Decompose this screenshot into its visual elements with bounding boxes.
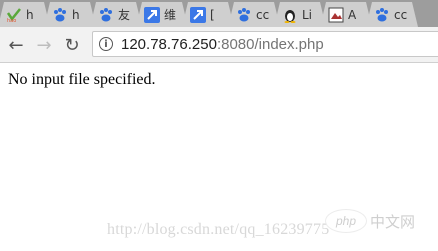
back-arrow-icon: ← xyxy=(8,34,24,56)
svg-text:hao: hao xyxy=(7,18,16,23)
watermark-url: http://blog.csdn.net/qq_16239775 xyxy=(107,221,330,238)
browser-toolbar: ← → ↻ i 120.78.76.250:8080/index.php xyxy=(0,27,438,63)
tab-baidu-3[interactable]: cc xyxy=(228,2,280,27)
url-path: :8080/index.php xyxy=(216,35,324,53)
tab-title: h xyxy=(72,7,80,22)
forward-button[interactable]: → xyxy=(34,34,54,56)
hao123-icon: hao xyxy=(6,7,22,23)
arrow-app-icon xyxy=(190,7,206,23)
url-host: 120.78.76.250 xyxy=(121,35,217,53)
tab-arrow-2[interactable]: [ xyxy=(182,2,234,27)
tab-linux[interactable]: Li xyxy=(274,2,326,27)
linux-penguin-icon xyxy=(282,7,298,23)
tab-title: A xyxy=(348,7,357,22)
error-message: No input file specified. xyxy=(8,71,156,88)
info-icon[interactable]: i xyxy=(99,37,113,51)
reload-icon: ↻ xyxy=(64,34,80,56)
forward-arrow-icon: → xyxy=(36,34,52,56)
tab-baidu-4[interactable]: cc xyxy=(366,2,418,27)
tab-title: h xyxy=(26,7,34,22)
baidu-paw-icon xyxy=(236,7,252,23)
tab-baidu-1[interactable]: h xyxy=(44,2,96,27)
tab-strip: hao h h 友 维 [cc Li A cc xyxy=(0,0,438,27)
back-button[interactable]: ← xyxy=(6,34,26,56)
baidu-paw-icon xyxy=(52,7,68,23)
tab-arrow-1[interactable]: 维 xyxy=(136,2,188,27)
tab-title: 友 xyxy=(118,8,131,22)
image-icon xyxy=(328,7,344,23)
address-bar[interactable]: i 120.78.76.250:8080/index.php xyxy=(92,31,438,57)
arrow-app-icon xyxy=(144,7,160,23)
baidu-paw-icon xyxy=(374,7,390,23)
page-content: No input file specified. http://blog.csd… xyxy=(0,63,438,251)
tab-title: cc xyxy=(394,7,408,22)
browser-window: hao h h 友 维 [cc Li A cc ← → ↻ i 120.78.… xyxy=(0,0,438,251)
reload-button[interactable]: ↻ xyxy=(62,34,82,56)
tab-title: cc xyxy=(256,7,270,22)
tab-title: [ xyxy=(210,7,215,22)
tab-title: Li xyxy=(302,7,313,22)
tab-baidu-2[interactable]: 友 xyxy=(90,2,142,27)
tab-title: 维 xyxy=(164,8,177,22)
url-text: 120.78.76.250:8080/index.php xyxy=(121,36,324,53)
php-logo: php xyxy=(325,209,367,233)
baidu-paw-icon xyxy=(98,7,114,23)
tab-hao123[interactable]: hao h xyxy=(0,2,50,27)
tab-image[interactable]: A xyxy=(320,2,372,27)
watermark-site-name: 中文网 xyxy=(370,213,416,231)
